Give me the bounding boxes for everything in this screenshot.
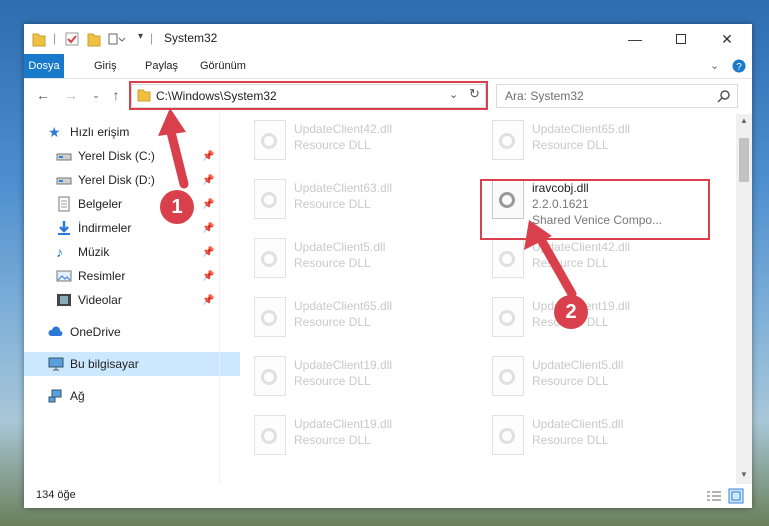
step-badge-2: 2 — [554, 295, 588, 329]
annotation-arrows — [158, 108, 577, 299]
explorer-window: | ▾ | System32 — ✕ Dosya Giriş Paylaş Gö… — [24, 24, 752, 508]
step-badge-1: 1 — [160, 190, 194, 224]
